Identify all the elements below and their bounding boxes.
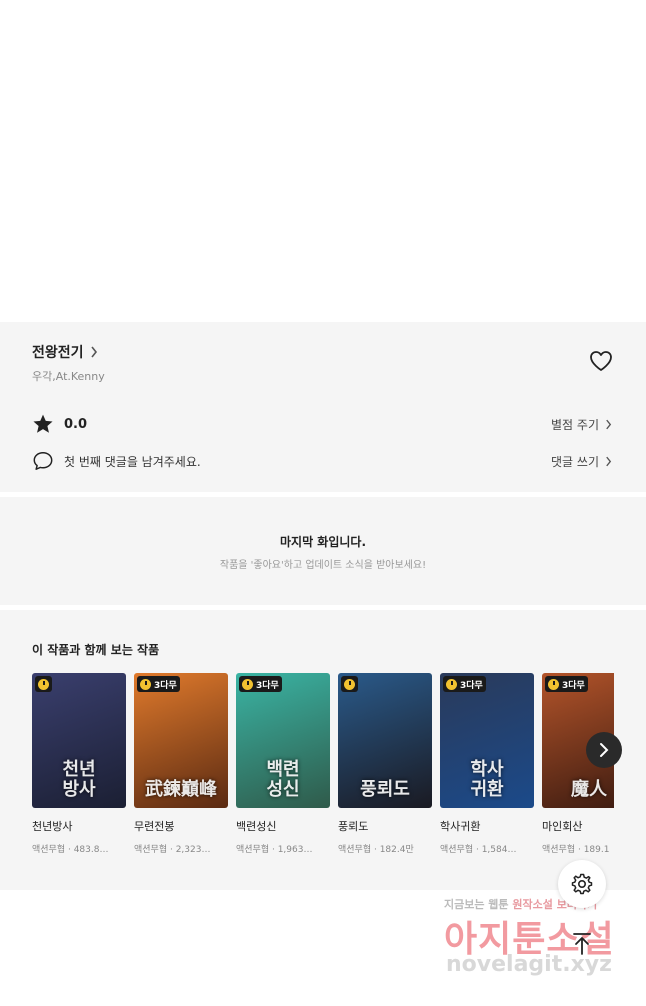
rate-button-label: 별점 주기 [551, 418, 599, 432]
recommendation-card[interactable]: 천년 방사천년방사액션무협 · 483.8… [32, 673, 126, 855]
card-thumbnail: 풍뢰도 [338, 673, 432, 808]
badge-label: 3다무 [460, 680, 483, 691]
card-meta: 액션무협 · 2,323… [134, 845, 211, 855]
scroll-top-button[interactable] [566, 930, 598, 958]
badge-label: 3다무 [154, 680, 177, 691]
last-episode-notice: 마지막 화입니다. 작품을 '좋아요'하고 업데이트 소식을 받아보세요! [0, 497, 646, 605]
recommendations-title: 이 작품과 함께 보는 작품 [32, 643, 160, 657]
comment-prompt-text: 첫 번째 댓글을 남겨주세요. [64, 454, 201, 469]
comment-prompt: 첫 번째 댓글을 남겨주세요. [32, 450, 201, 472]
recommendation-card[interactable]: 풍뢰도 풍뢰도 액션무협 · 182.4만 [338, 673, 432, 855]
work-author: 우각,At.Kenny [32, 370, 105, 383]
star-icon [33, 414, 53, 433]
wait-free-badge: 3다무 [137, 676, 180, 692]
wait-free-badge: 3다무 [239, 676, 282, 692]
carousel-next-button[interactable] [586, 732, 622, 768]
clock-icon [242, 678, 253, 690]
work-info-panel: 전왕전기 우각,At.Kenny 0.0 별점 주기 첫 번째 댓글을 남겨주세… [0, 322, 646, 492]
arrow-right-icon [600, 743, 609, 757]
wait-free-badge [341, 676, 358, 692]
card-title: 무련전봉 [134, 820, 175, 833]
gear-icon [571, 873, 593, 895]
recommendation-card[interactable]: 3다무백련 성신백련성신액션무협 · 1,963… [236, 673, 330, 855]
work-title: 전왕전기 [32, 345, 84, 361]
cover-title-art: 풍뢰도 [360, 779, 410, 801]
badge-label: 3다무 [256, 680, 279, 691]
card-thumbnail: 천년 방사 [32, 673, 126, 808]
card-meta: 액션무협 · 1,584… [440, 845, 517, 855]
card-title: 마인회산 [542, 820, 583, 833]
chevron-right-icon [606, 456, 612, 467]
recommendation-carousel: 천년 방사천년방사액션무협 · 483.8… 3다무 武鍊巔峰 무련전봉액션무협 · … [32, 673, 614, 863]
card-title: 백련성신 [236, 820, 277, 833]
comment-icon [33, 452, 53, 470]
clock-icon [140, 678, 151, 690]
cover-title-art: 학사 귀환 [470, 759, 504, 801]
wait-free-badge: 3다무 [545, 676, 588, 692]
cover-title-art: 武鍊巔峰 [145, 779, 217, 801]
last-episode-subtitle: 작품을 '좋아요'하고 업데이트 소식을 받아보세요! [219, 560, 427, 571]
cover-title-art: 천년 방사 [62, 759, 96, 801]
chevron-right-icon [90, 346, 97, 358]
clock-icon [446, 678, 457, 690]
card-title: 천년방사 [32, 820, 73, 833]
settings-button[interactable] [558, 860, 606, 908]
heart-icon[interactable] [588, 349, 614, 373]
card-meta: 액션무협 · 1,963… [236, 845, 313, 855]
card-meta: 액션무협 · 189.1 [542, 845, 610, 855]
card-thumbnail: 3다무 武鍊巔峰 [134, 673, 228, 808]
card-meta: 액션무협 · 483.8… [32, 845, 109, 855]
watermark: 지금보는 웹툰 원작소설 보러가기 아지툰소설 novelagit.xyz [444, 896, 634, 996]
badge-label: 3다무 [562, 680, 585, 691]
recommendation-card[interactable]: 3다무학사 귀환학사귀환액션무협 · 1,584… [440, 673, 534, 855]
card-title: 학사귀환 [440, 820, 481, 833]
card-thumbnail: 3다무백련 성신 [236, 673, 330, 808]
chevron-right-icon [606, 419, 612, 430]
work-title-link[interactable]: 전왕전기 [32, 342, 98, 362]
write-comment-button[interactable]: 댓글 쓰기 [551, 453, 612, 470]
cover-title-art: 魔人 [571, 779, 607, 801]
card-thumbnail: 3다무학사 귀환 [440, 673, 534, 808]
wait-free-badge [35, 676, 52, 692]
rating-value: 0.0 [64, 416, 88, 432]
card-title: 풍뢰도 [338, 820, 369, 833]
clock-icon [548, 678, 559, 690]
content-blank-area [0, 0, 646, 322]
last-episode-title: 마지막 화입니다. [279, 535, 367, 549]
recommendation-card[interactable]: 3다무 武鍊巔峰 무련전봉액션무협 · 2,323… [134, 673, 228, 855]
cover-title-art: 백련 성신 [266, 759, 300, 801]
clock-icon [38, 678, 49, 690]
recommendations-section: 이 작품과 함께 보는 작품 천년 방사 천년방사 액션무협 · 483.8… 3다무… [0, 610, 646, 890]
wait-free-badge: 3다무 [443, 676, 486, 692]
write-comment-label: 댓글 쓰기 [551, 455, 599, 469]
rate-button[interactable]: 별점 주기 [551, 416, 612, 433]
clock-icon [344, 678, 355, 690]
arrow-up-icon [573, 933, 591, 955]
rating-display: 0.0 [32, 413, 87, 435]
card-meta: 액션무협 · 182.4만 [338, 845, 414, 855]
